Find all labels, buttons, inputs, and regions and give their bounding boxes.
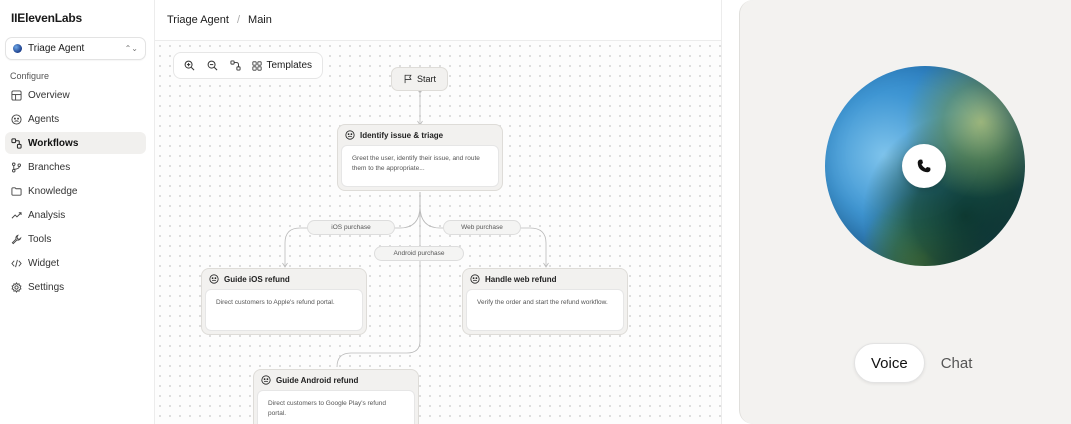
breadcrumb-separator: / [236,14,241,26]
chevron-up-down-icon: ⌃⌄ [124,44,138,53]
templates-label: Templates [266,60,313,71]
node-description: Direct customers to Google Play's refund… [257,390,415,424]
voice-orb [825,66,1025,266]
nodes-icon [229,60,241,71]
node-title: Guide Android refund [257,370,415,390]
branches-icon [12,162,21,172]
sidebar-item-settings[interactable]: Settings [5,276,146,298]
sidebar: IIElevenLabs Triage Agent ⌃⌄ Configure O… [0,0,155,424]
settings-icon [11,281,22,293]
zoom-in-button[interactable] [180,56,199,76]
voice-mode-button[interactable]: Voice [854,343,925,383]
agent-face-icon [345,130,355,140]
start-node-label: Start [416,74,436,84]
workflow-edges [282,89,549,368]
node-guide-ios-refund[interactable]: Guide iOS refund Direct customers to App… [201,268,367,335]
chat-mode-button[interactable]: Chat [925,343,989,383]
sidebar-item-workflows[interactable]: Workflows [5,132,146,154]
node-title-text: Identify issue & triage [360,130,444,140]
section-label-configure: Configure [10,71,50,81]
agent-avatar [13,44,22,53]
node-handle-web-refund[interactable]: Handle web refund Verify the order and s… [462,268,628,335]
node-description: Verify the order and start the refund wo… [466,289,624,331]
zoom-out-icon [207,60,218,71]
sidebar-item-label: Knowledge [28,185,78,197]
sidebar-nav: Overview Agents Workflows Branches Knowl… [5,84,146,300]
edge-label-web[interactable]: Web purchase [443,220,521,235]
agent-face-icon [470,274,480,284]
node-title: Handle web refund [466,269,624,289]
sidebar-item-label: Branches [28,161,71,173]
node-title-text: Guide iOS refund [224,274,290,284]
templates-button[interactable]: Templates [248,60,316,71]
phone-icon [917,159,931,173]
breadcrumb: Triage Agent / Main [155,0,722,41]
node-title: Identify issue & triage [341,125,499,145]
canvas-divider [721,0,722,424]
overview-icon [11,89,22,101]
sidebar-item-analysis[interactable]: Analysis [5,204,146,226]
breadcrumb-agent[interactable]: Triage Agent [167,14,229,26]
tools-icon [11,234,22,244]
sidebar-item-widget[interactable]: Widget [5,252,146,274]
edge-label-android[interactable]: Android purchase [374,246,464,261]
node-description: Direct customers to Apple's refund porta… [205,289,363,331]
sidebar-item-tools[interactable]: Tools [5,228,146,250]
brand-logo[interactable]: IIElevenLabs [11,11,82,25]
workflow-canvas[interactable]: Templates Start Identify issue & triage … [155,41,722,424]
canvas-toolbar: Templates [173,52,323,79]
sidebar-item-agents[interactable]: Agents [5,108,146,130]
sidebar-item-label: Workflows [28,137,79,149]
agent-face-icon [209,274,219,284]
zoom-in-icon [184,60,195,71]
edge-start-triage [417,89,423,126]
node-title-text: Guide Android refund [276,375,359,385]
node-description: Greet the user, identify their issue, an… [341,145,499,187]
sidebar-item-knowledge[interactable]: Knowledge [5,180,146,202]
flag-icon [404,74,412,84]
node-identify-triage[interactable]: Identify issue & triage Greet the user, … [337,124,503,191]
sidebar-item-label: Widget [28,257,60,269]
node-guide-android-refund[interactable]: Guide Android refund Direct customers to… [253,369,419,424]
agents-icon [11,113,22,125]
app-root: IIElevenLabs Triage Agent ⌃⌄ Configure O… [0,0,1071,424]
sidebar-item-label: Tools [28,233,52,245]
node-title-text: Handle web refund [485,274,557,284]
start-node[interactable]: Start [391,67,448,91]
sidebar-item-label: Analysis [28,209,66,221]
knowledge-icon [11,186,22,196]
node-title: Guide iOS refund [205,269,363,289]
sidebar-item-label: Settings [28,281,65,293]
sidebar-item-branches[interactable]: Branches [5,156,146,178]
widget-icon [11,259,22,267]
agent-preview-panel: Voice Chat [739,0,1071,424]
agent-selector-label: Triage Agent [28,43,85,54]
sidebar-item-label: Overview [28,89,70,101]
zoom-out-button[interactable] [203,56,222,76]
agent-face-icon [261,375,271,385]
fit-view-button[interactable] [226,56,245,76]
workflows-icon [11,137,22,149]
call-button[interactable] [902,144,946,188]
edge-label-ios[interactable]: iOS purchase [307,220,395,235]
analysis-icon [11,211,22,219]
agent-selector[interactable]: Triage Agent ⌃⌄ [5,37,146,60]
sidebar-item-overview[interactable]: Overview [5,84,146,106]
mode-switch: Voice Chat [854,343,988,383]
grid-icon [252,60,263,71]
sidebar-item-label: Agents [28,113,60,125]
breadcrumb-branch[interactable]: Main [248,14,272,26]
